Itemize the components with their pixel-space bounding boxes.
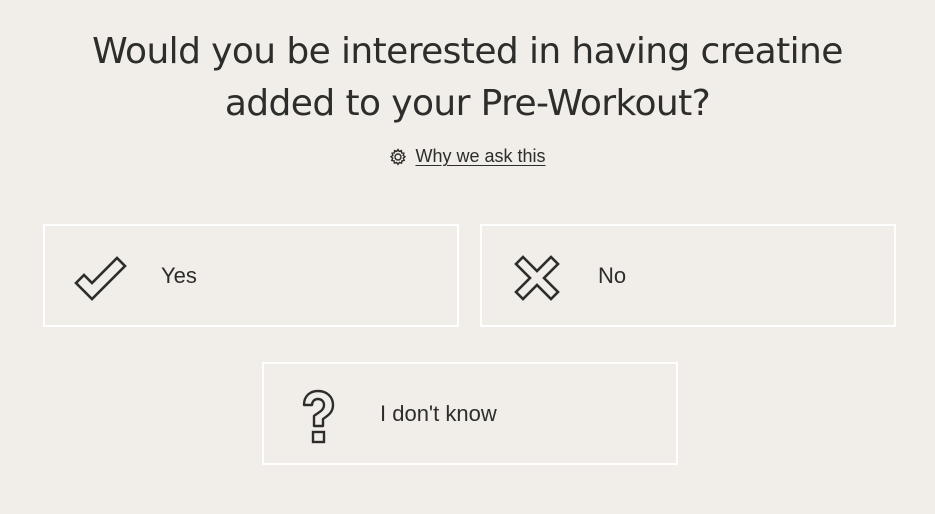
question-title: Would you be interested in having creati… bbox=[0, 26, 935, 130]
question-line-2: added to your Pre-Workout? bbox=[224, 83, 711, 124]
checkmark-icon bbox=[73, 255, 129, 306]
option-i-dont-know-label: I don't know bbox=[380, 401, 497, 426]
option-yes[interactable]: Yes bbox=[43, 224, 459, 327]
option-no-label: No bbox=[598, 263, 627, 288]
option-yes-label: Yes bbox=[161, 263, 197, 288]
x-icon bbox=[514, 255, 560, 306]
question-line-1: Would you be interested in having creati… bbox=[92, 31, 843, 72]
option-i-dont-know[interactable]: I don't know bbox=[262, 362, 678, 465]
why-we-ask-link[interactable]: Why we ask this bbox=[0, 146, 935, 167]
gear-icon bbox=[389, 147, 407, 166]
option-no[interactable]: No bbox=[480, 224, 896, 327]
question-mark-icon bbox=[298, 389, 338, 450]
why-we-ask-label: Why we ask this bbox=[415, 146, 546, 166]
